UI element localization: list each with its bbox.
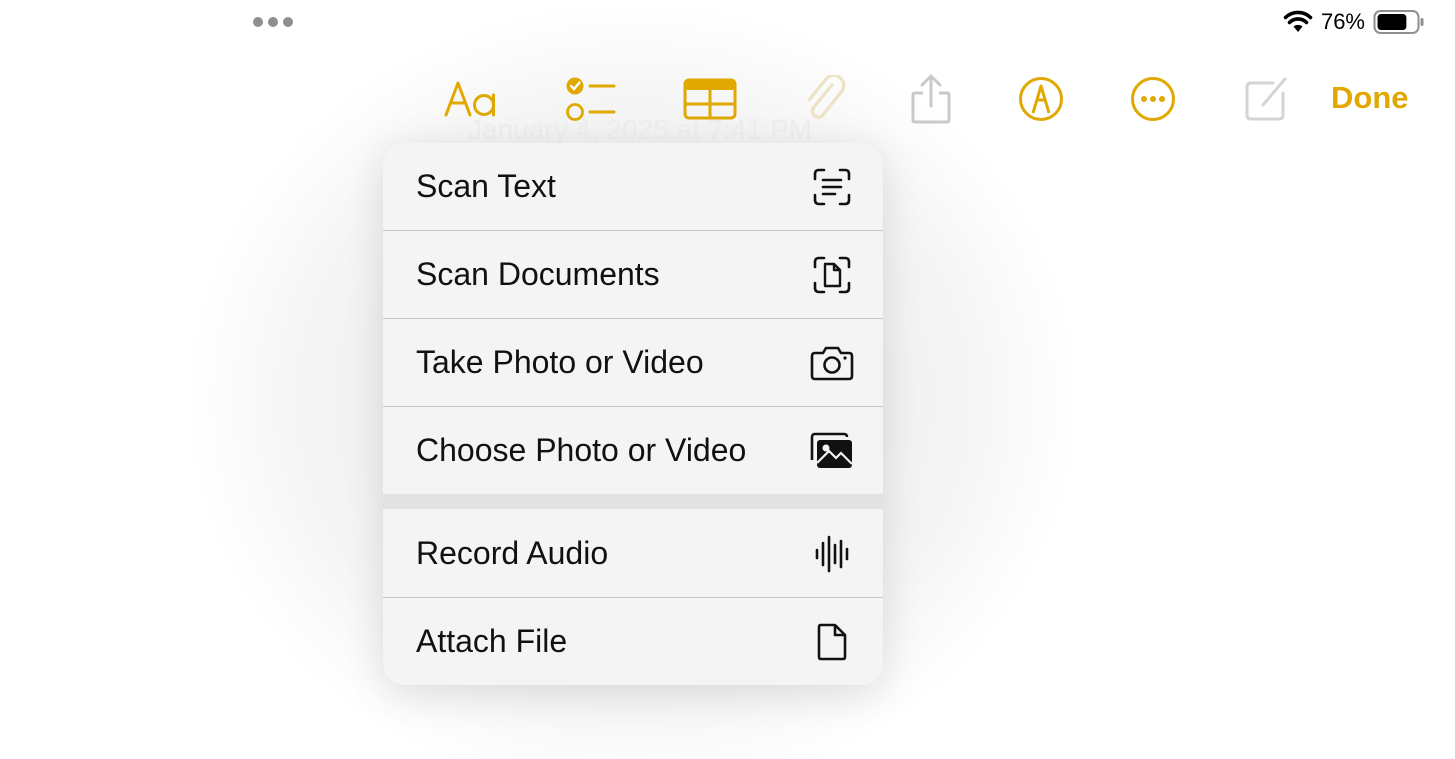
status-bar-right: 76% — [1283, 9, 1425, 35]
document-icon — [810, 620, 854, 664]
done-button[interactable]: Done — [1331, 80, 1409, 116]
more-circle-icon[interactable] — [1130, 73, 1176, 125]
note-date: January 4, 2025 at 7:41 PM — [468, 114, 812, 145]
menu-item-label: Scan Text — [416, 168, 556, 204]
checklist-icon[interactable] — [565, 73, 617, 125]
menu-section-gap — [383, 494, 883, 509]
menu-item-attach-file[interactable]: Attach File — [383, 598, 883, 685]
menu-item-label: Record Audio — [416, 535, 609, 571]
markup-pen-icon[interactable] — [1018, 73, 1064, 125]
paperclip-icon — [802, 73, 848, 125]
photo-library-icon — [810, 429, 854, 473]
wifi-icon — [1283, 10, 1313, 32]
scan-documents-icon — [810, 253, 854, 297]
table-icon[interactable] — [683, 73, 737, 125]
menu-item-take-photo[interactable]: Take Photo or Video — [383, 319, 883, 406]
menu-item-label: Scan Documents — [416, 256, 660, 292]
menu-item-scan-documents[interactable]: Scan Documents — [383, 231, 883, 318]
menu-item-record-audio[interactable]: Record Audio — [383, 510, 883, 597]
menu-item-label: Attach File — [416, 623, 568, 659]
camera-icon — [810, 341, 854, 385]
menu-item-label: Take Photo or Video — [416, 344, 704, 380]
waveform-icon — [810, 532, 854, 576]
battery-percent: 76% — [1320, 9, 1365, 34]
menu-item-choose-photo[interactable]: Choose Photo or Video — [383, 407, 883, 494]
menu-item-scan-text[interactable]: Scan Text — [383, 143, 883, 230]
multitasking-dots-icon[interactable] — [253, 17, 293, 27]
scan-text-icon — [810, 165, 854, 209]
text-format-icon[interactable] — [444, 73, 500, 125]
compose-icon[interactable] — [1243, 73, 1291, 125]
battery-icon — [1373, 10, 1424, 34]
menu-item-label: Choose Photo or Video — [416, 432, 747, 468]
attach-menu: Scan Text Scan Documents Take Photo or V… — [383, 143, 883, 685]
share-icon[interactable] — [910, 73, 952, 125]
